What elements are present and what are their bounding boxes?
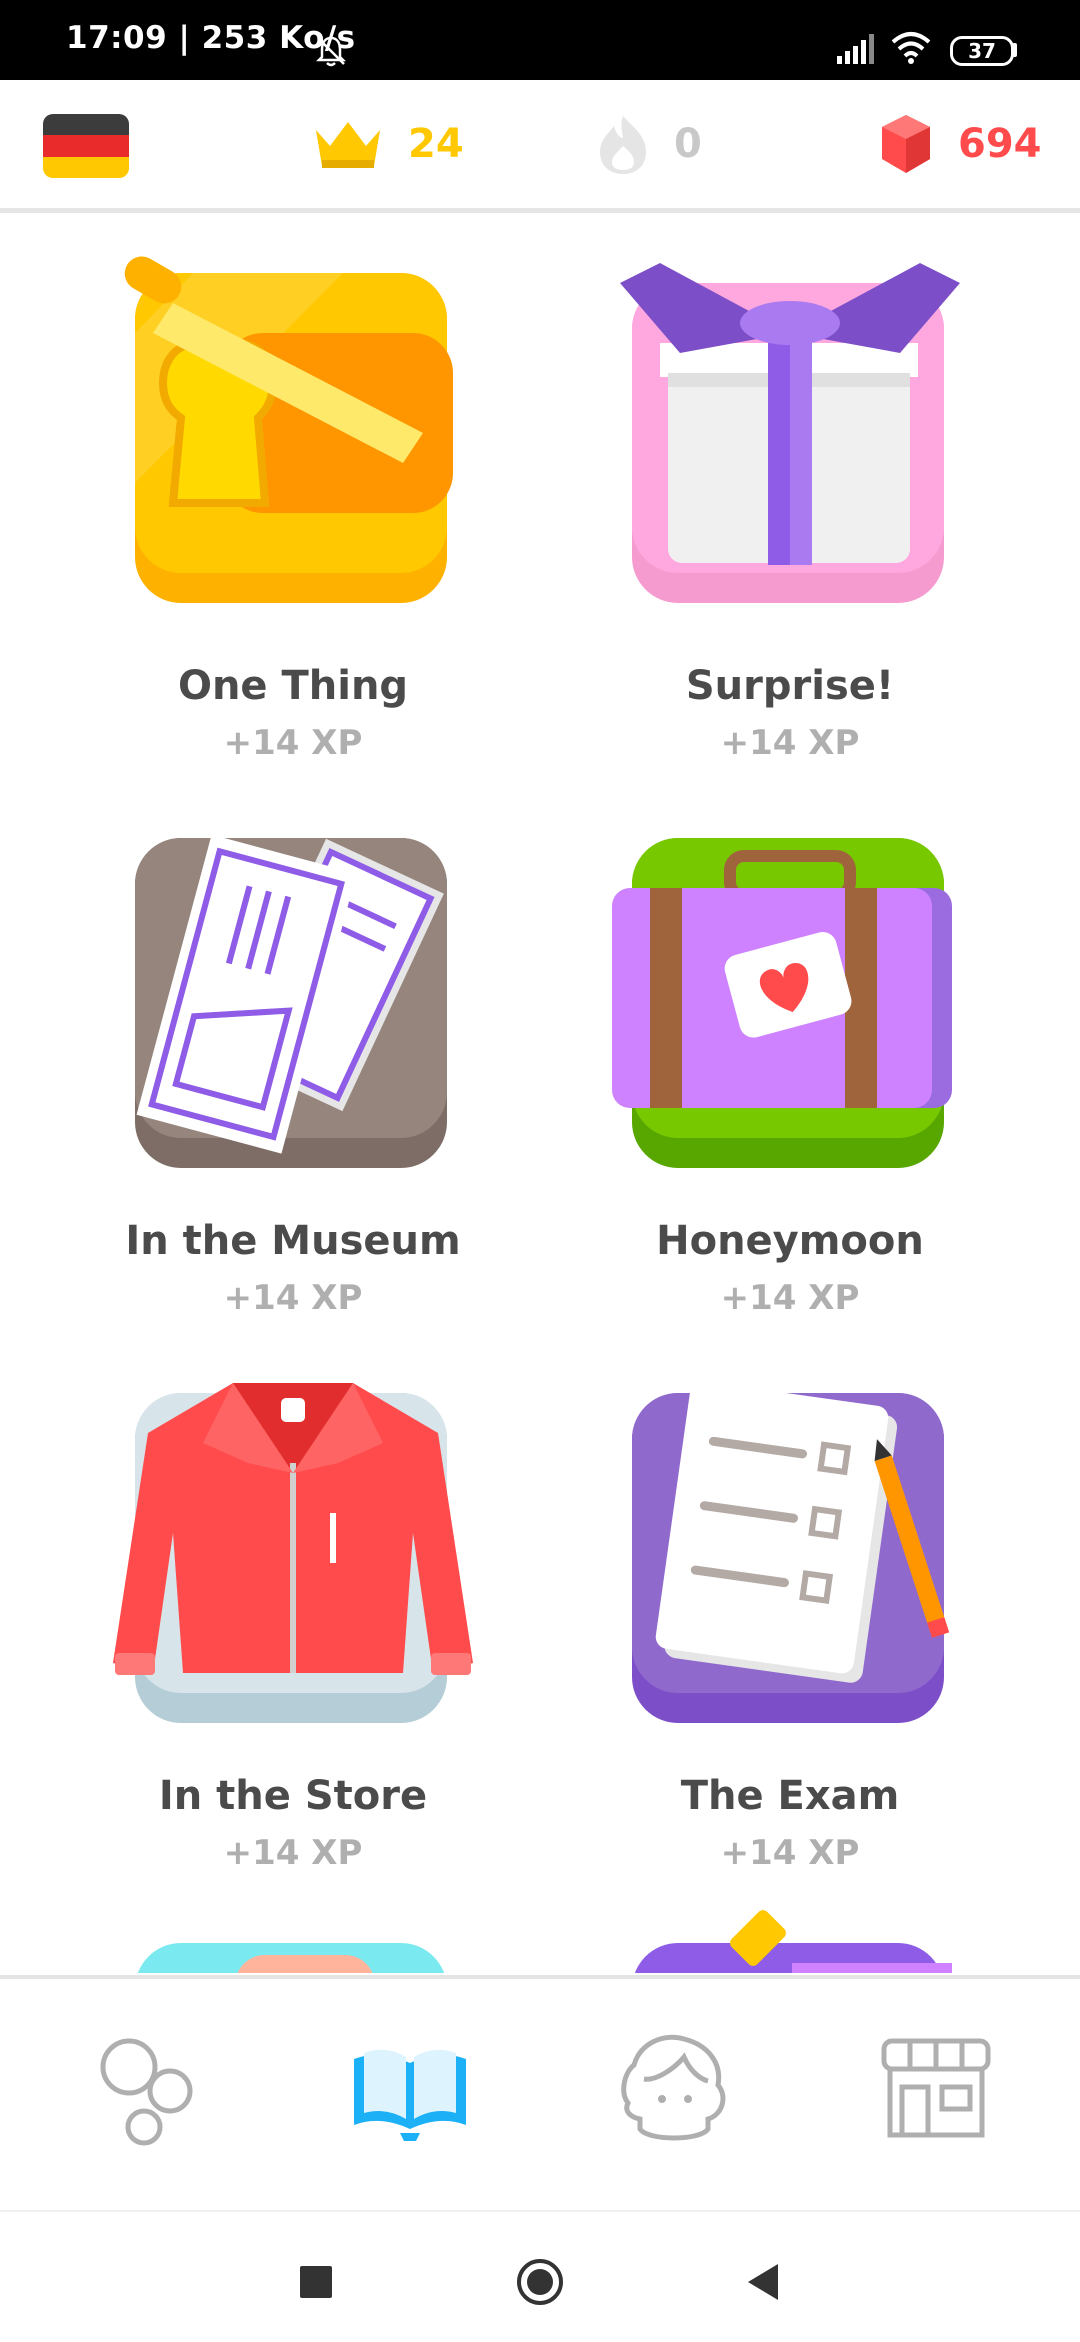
story-title: Surprise! <box>685 663 895 709</box>
story-title: Honeymoon <box>656 1218 924 1264</box>
crowns-count: 24 <box>408 121 464 167</box>
shop-icon <box>881 2038 991 2138</box>
wifi-icon <box>891 32 931 64</box>
back-icon <box>748 2264 778 2300</box>
nav-learn[interactable] <box>74 2029 214 2149</box>
back-button[interactable] <box>734 2252 794 2312</box>
streak-counter[interactable]: 0 <box>594 80 702 208</box>
story-title: The Exam <box>680 1773 900 1819</box>
top-bar: 24 0 694 <box>0 80 1080 213</box>
streak-count: 0 <box>674 121 702 167</box>
nav-profile[interactable] <box>604 2029 744 2149</box>
status-time: 17:09 | 253 Ko/s <box>66 20 356 56</box>
crown-icon <box>316 122 380 168</box>
learn-icon <box>100 2038 193 2146</box>
jacket-icon <box>113 1383 473 1723</box>
suitcase-icon <box>612 838 952 1168</box>
battery-level: 37 <box>968 39 996 63</box>
system-nav <box>0 2210 1080 2342</box>
gems-count: 694 <box>958 121 1042 167</box>
story-title: One Thing <box>177 663 409 709</box>
story-card-partial[interactable] <box>135 1943 447 1973</box>
home-button[interactable] <box>510 2252 570 2312</box>
nav-shop[interactable] <box>866 2029 1006 2149</box>
story-card[interactable]: In the Museum +14 XP <box>43 798 543 1358</box>
recents-icon <box>300 2266 332 2298</box>
germany-flag-icon[interactable] <box>43 114 129 178</box>
story-xp: +14 XP <box>223 723 363 763</box>
gift-icon <box>620 263 960 603</box>
stories-grid: One Thing +14 XP Surprise! +14 XP In the… <box>0 213 1080 1973</box>
bottom-nav <box>0 1975 1080 2214</box>
signal-icon <box>837 34 874 64</box>
recents-button[interactable] <box>286 2252 346 2312</box>
story-card[interactable]: The Exam +14 XP <box>540 1353 1040 1913</box>
home-icon <box>517 2259 563 2305</box>
gem-icon <box>882 115 930 173</box>
story-card-partial[interactable] <box>632 1907 952 1973</box>
story-card[interactable]: One Thing +14 XP <box>43 243 543 803</box>
status-bar: 17:09 | 253 Ko/s 37 <box>0 0 1080 80</box>
story-card[interactable]: In the Store +14 XP <box>43 1353 543 1913</box>
profile-icon <box>621 2034 726 2141</box>
exam-icon <box>632 1381 950 1723</box>
story-xp: +14 XP <box>720 1833 860 1873</box>
story-card[interactable]: Honeymoon +14 XP <box>540 798 1040 1358</box>
nav-stories[interactable] <box>340 2029 480 2149</box>
story-card[interactable]: Surprise! +14 XP <box>540 243 1040 803</box>
gems-counter[interactable]: 694 <box>876 80 1042 208</box>
story-title: In the Museum <box>125 1218 461 1264</box>
story-title: In the Store <box>158 1773 428 1819</box>
story-xp: +14 XP <box>223 1833 363 1873</box>
story-xp: +14 XP <box>720 1278 860 1318</box>
story-xp: +14 XP <box>223 1278 363 1318</box>
crowns-counter[interactable]: 24 <box>312 80 464 208</box>
mute-icon <box>315 36 347 67</box>
battery-icon: 37 <box>950 36 1014 66</box>
story-xp: +14 XP <box>720 723 860 763</box>
stories-icon <box>354 2049 466 2141</box>
streak-flame-icon <box>600 116 646 174</box>
tickets-icon <box>135 834 447 1168</box>
toast-icon <box>124 256 453 603</box>
